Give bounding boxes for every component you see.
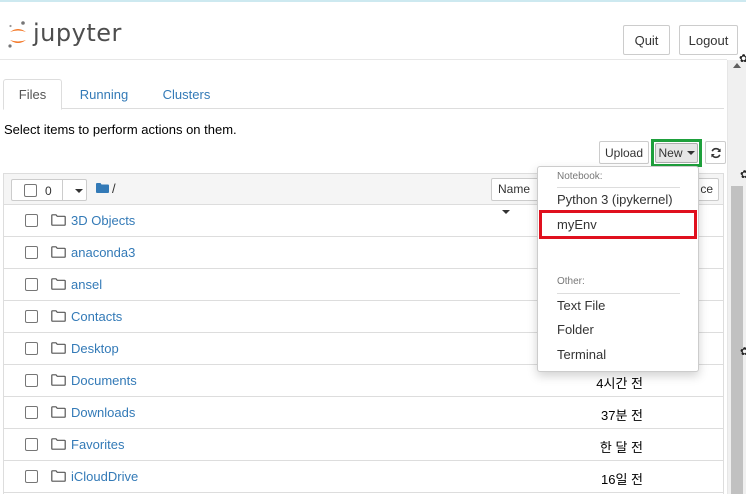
- edge-gear-icon: ✿: [739, 53, 746, 65]
- menu-divider: [557, 293, 680, 294]
- file-name-link[interactable]: Favorites: [71, 437, 124, 452]
- folder-icon[interactable]: [96, 183, 109, 193]
- sort-name-button[interactable]: Name: [491, 178, 539, 214]
- refresh-icon: [710, 147, 721, 158]
- other-section-header: Other:: [557, 276, 585, 287]
- header: jupyter Quit Logout: [0, 2, 746, 60]
- sort-name-label: Name: [498, 182, 531, 196]
- modified-time: 한 달 전: [599, 440, 643, 455]
- table-row[interactable]: Downloads 37분 전: [4, 397, 723, 429]
- modified-time: 4시간 전: [596, 376, 643, 391]
- modified-time: 37분 전: [601, 408, 643, 423]
- row-checkbox[interactable]: [25, 246, 38, 259]
- new-button-label: New: [658, 146, 683, 160]
- chevron-down-icon[interactable]: [75, 189, 83, 193]
- modified-time: 16일 전: [601, 472, 643, 487]
- edge-gear-icon: ✿: [740, 169, 746, 181]
- tab-clusters[interactable]: Clusters: [153, 79, 220, 109]
- select-all-checkbox[interactable]: [24, 184, 37, 197]
- menu-divider: [557, 187, 680, 188]
- notebook-section-header: Notebook:: [557, 171, 603, 182]
- tab-bar: Files Running Clusters: [3, 79, 724, 110]
- folder-icon: [51, 406, 66, 418]
- jupyter-logo[interactable]: jupyter: [7, 19, 122, 50]
- new-dropdown-menu: Notebook: Python 3 (ipykernel) myEnv Oth…: [537, 166, 699, 372]
- file-name-link[interactable]: anaconda3: [71, 245, 135, 260]
- folder-icon: [51, 246, 66, 258]
- selected-count: 0: [45, 184, 52, 198]
- menu-item-text-file[interactable]: Text File: [557, 298, 605, 313]
- file-name-link[interactable]: Downloads: [71, 405, 135, 420]
- menu-item-folder[interactable]: Folder: [557, 322, 594, 337]
- scroll-thumb[interactable]: [731, 186, 743, 494]
- file-name-link[interactable]: 3D Objects: [71, 213, 135, 228]
- file-name-link[interactable]: Documents: [71, 373, 137, 388]
- breadcrumb[interactable]: /: [112, 181, 116, 196]
- row-checkbox[interactable]: [25, 342, 38, 355]
- upload-button[interactable]: Upload: [599, 141, 649, 164]
- folder-icon: [51, 342, 66, 354]
- file-name-link[interactable]: Desktop: [71, 341, 119, 356]
- tab-running[interactable]: Running: [74, 79, 134, 109]
- select-all-dropdown[interactable]: 0: [11, 179, 87, 201]
- file-name-link[interactable]: iCloudDrive: [71, 469, 138, 484]
- table-row[interactable]: iCloudDrive 16일 전: [4, 461, 723, 493]
- header-divider: [0, 59, 727, 60]
- folder-icon: [51, 374, 66, 386]
- folder-icon: [51, 310, 66, 322]
- quit-button[interactable]: Quit: [623, 25, 670, 55]
- row-checkbox[interactable]: [25, 278, 38, 291]
- selection-info: Select items to perform actions on them.: [4, 122, 237, 137]
- file-name-link[interactable]: Contacts: [71, 309, 122, 324]
- logout-button[interactable]: Logout: [679, 25, 738, 55]
- folder-icon: [51, 438, 66, 450]
- row-checkbox[interactable]: [25, 214, 38, 227]
- myenv-highlight: [539, 210, 697, 239]
- row-checkbox[interactable]: [25, 406, 38, 419]
- row-checkbox[interactable]: [25, 374, 38, 387]
- table-row[interactable]: Favorites 한 달 전: [4, 429, 723, 461]
- row-checkbox[interactable]: [25, 470, 38, 483]
- tab-files[interactable]: Files: [3, 79, 62, 110]
- menu-item-python3-kernel[interactable]: Python 3 (ipykernel): [557, 192, 673, 207]
- row-checkbox[interactable]: [25, 438, 38, 451]
- refresh-button[interactable]: [705, 141, 726, 164]
- menu-item-terminal[interactable]: Terminal: [557, 347, 606, 362]
- select-divider: [62, 180, 63, 200]
- file-name-link[interactable]: ansel: [71, 277, 102, 292]
- new-button[interactable]: New: [655, 143, 698, 163]
- jupyter-logo-icon: [8, 21, 26, 48]
- vertical-scrollbar[interactable]: [727, 60, 746, 494]
- edge-gear-icon: ✿: [740, 346, 746, 358]
- folder-icon: [51, 278, 66, 290]
- folder-icon: [51, 470, 66, 482]
- chevron-down-icon: [686, 151, 695, 155]
- row-checkbox[interactable]: [25, 310, 38, 323]
- app-name: jupyter: [33, 19, 122, 47]
- folder-icon: [51, 214, 66, 226]
